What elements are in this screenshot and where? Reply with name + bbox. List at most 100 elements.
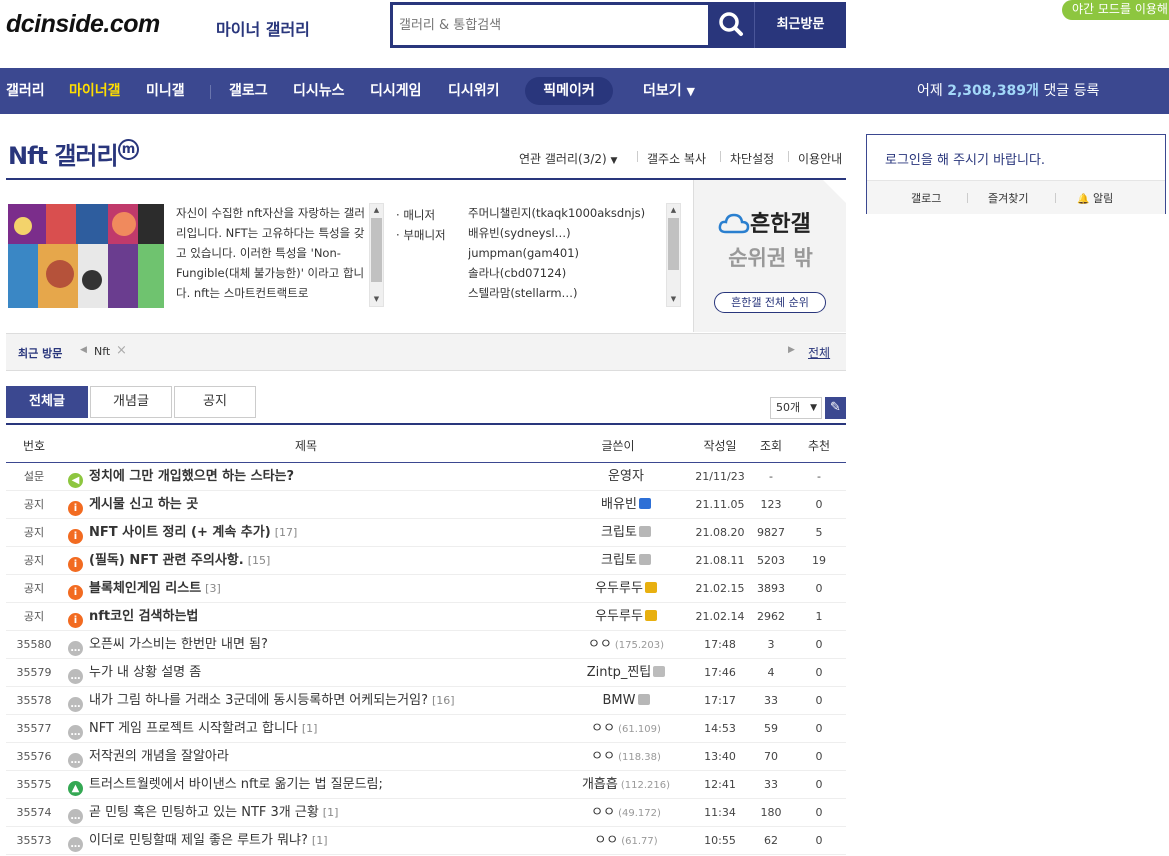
post-title-text[interactable]: NFT 게임 프로젝트 시작할려고 합니다 xyxy=(89,721,298,736)
scroll-up-icon[interactable]: ▲ xyxy=(667,204,680,217)
comment-count[interactable]: [3] xyxy=(205,582,221,595)
nav-item-minor[interactable]: 마이너갤 xyxy=(69,68,121,114)
writer-name[interactable]: ㅇㅇ xyxy=(591,749,615,764)
nav-item-news[interactable]: 디시뉴스 xyxy=(293,68,345,114)
post-title[interactable]: … 내가 그림 하나를 거래소 3군데에 동시등록하면 어케되는거임? [16] xyxy=(68,687,455,715)
nav-item-game[interactable]: 디시게임 xyxy=(370,68,422,114)
comment-count[interactable]: [15] xyxy=(248,554,271,567)
scroll-thumb[interactable] xyxy=(371,218,382,282)
usage-guide-link[interactable]: 이용안내 xyxy=(798,150,842,167)
table-row[interactable]: 35577 … NFT 게임 프로젝트 시작할려고 합니다 [1] ㅇㅇ (61.109)… xyxy=(6,715,846,743)
nav-item-gallery[interactable]: 갤러리 xyxy=(6,68,45,114)
post-writer[interactable]: ㅇㅇ (61.77) xyxy=(546,827,706,856)
favorites-link[interactable]: 즐겨찾기 xyxy=(988,190,1028,206)
search-input[interactable] xyxy=(399,10,699,40)
post-writer[interactable]: Zintp_찐팁 xyxy=(546,659,706,687)
table-row[interactable]: 35576… 저작권의 개념을 잘알아라 ㅇㅇ (118.38) 13:40 70 0 xyxy=(6,743,846,771)
writer-name[interactable]: 우두루두 xyxy=(595,609,643,624)
scroll-thumb[interactable] xyxy=(668,218,679,270)
comment-count[interactable]: [17] xyxy=(275,526,298,539)
writer-name[interactable]: 우두루두 xyxy=(595,581,643,596)
post-writer[interactable]: 크립토 xyxy=(546,547,706,575)
search-button[interactable] xyxy=(708,2,754,48)
post-title-text[interactable]: 정치에 그만 개입했으면 하는 스타는? xyxy=(89,469,294,484)
rank-all-button[interactable]: 흔한갤 전체 순위 xyxy=(714,292,826,313)
recent-item[interactable]: Nft xyxy=(94,345,110,358)
nav-item-gallog[interactable]: 갤로그 xyxy=(229,68,268,114)
sub-manager-name[interactable]: 솔라나(cbd07124) xyxy=(468,263,645,283)
post-title[interactable]: i nft코인 검색하는법 xyxy=(68,603,198,631)
post-writer[interactable]: 크립토 xyxy=(546,519,706,547)
post-writer[interactable]: BMW xyxy=(546,687,706,715)
post-writer[interactable]: 운영자 xyxy=(546,463,706,491)
copy-address-link[interactable]: 갤주소 복사 xyxy=(647,150,706,167)
post-writer[interactable]: ㅇㅇ (175.203) xyxy=(546,631,706,660)
comment-count[interactable]: [1] xyxy=(312,834,328,847)
help-icon[interactable]: ? xyxy=(834,181,840,192)
sub-manager-name[interactable]: 스텔라맘(stellarm…) xyxy=(468,283,645,303)
manager-scrollbar[interactable]: ▲ ▼ xyxy=(666,203,681,307)
writer-name[interactable]: ㅇㅇ xyxy=(591,805,615,820)
close-icon[interactable]: × xyxy=(116,343,127,358)
comment-count[interactable]: [1] xyxy=(323,806,339,819)
post-writer[interactable]: 배유빈 xyxy=(546,491,706,519)
table-row[interactable]: 35573 … 이더로 민팅할때 제일 좋은 루트가 뭐냐? [1] ㅇㅇ (61.77)… xyxy=(6,827,846,855)
post-title[interactable]: i NFT 사이트 정리 (+ 계속 추가) [17] xyxy=(68,519,297,547)
manager-name[interactable]: 주머니챌린지(tkaqk1000aksdnjs) xyxy=(468,203,645,223)
related-gallery-link[interactable]: 연관 갤러리(3/2) ▼ xyxy=(519,150,617,167)
post-title-text[interactable]: 오픈씨 가스비는 한번만 내면 됨? xyxy=(89,637,268,652)
recent-next-icon[interactable]: ▶ xyxy=(788,345,795,355)
writer-name[interactable]: ㅇㅇ xyxy=(588,637,612,652)
writer-name[interactable]: 크립토 xyxy=(601,525,637,540)
gallog-link[interactable]: 갤로그 xyxy=(911,190,941,206)
nav-item-wiki[interactable]: 디시위키 xyxy=(448,68,500,114)
post-title[interactable]: … 누가 내 상황 설명 좀 xyxy=(68,659,201,687)
table-row[interactable]: 공지 i nft코인 검색하는법 우두루두 21.02.14 2962 1 xyxy=(6,603,846,631)
tab-all[interactable]: 전체글 xyxy=(6,386,88,418)
post-title[interactable]: … NFT 게임 프로젝트 시작할려고 합니다 [1] xyxy=(68,715,317,743)
gallery-title[interactable]: Nft 갤러리 xyxy=(8,136,119,171)
list-count-select[interactable]: 50개 ▼ xyxy=(770,397,822,419)
table-row[interactable]: 35578 … 내가 그림 하나를 거래소 3군데에 동시등록하면 어케되는거임? [… xyxy=(6,687,846,715)
post-title[interactable]: i 게시물 신고 하는 곳 xyxy=(68,491,198,519)
alarm-link[interactable]: 🔔 알림 xyxy=(1077,190,1113,206)
table-row[interactable]: 35579 … 누가 내 상황 설명 좀 Zintp_찐팁 17:46 4 0 xyxy=(6,659,846,687)
description-scrollbar[interactable]: ▲ ▼ xyxy=(369,203,384,307)
post-writer[interactable]: 우두루두 xyxy=(546,603,706,631)
write-button[interactable]: ✎ xyxy=(825,397,846,419)
post-title[interactable]: … 오픈씨 가스비는 한번만 내면 됨? xyxy=(68,631,268,659)
recent-all-link[interactable]: 전체 xyxy=(808,344,830,361)
post-title[interactable]: i 블록체인게임 리스트 [3] xyxy=(68,575,221,603)
post-title-text[interactable]: NFT 사이트 정리 (+ 계속 추가) xyxy=(89,525,271,540)
post-title[interactable]: ◀ 정치에 그만 개입했으면 하는 스타는? xyxy=(68,463,294,491)
post-writer[interactable]: ㅇㅇ (49.172) xyxy=(546,799,706,828)
site-logo[interactable]: dcinside.com xyxy=(6,10,160,39)
writer-name[interactable]: 운영자 xyxy=(608,469,644,484)
table-row[interactable]: 설문 ◀ 정치에 그만 개입했으면 하는 스타는? 운영자 21/11/23 - - xyxy=(6,463,846,491)
night-mode-toggle[interactable]: 야간 모드를 이용해 xyxy=(1062,0,1169,20)
post-writer[interactable]: 우두루두 xyxy=(546,575,706,603)
table-row[interactable]: 공지 i 게시물 신고 하는 곳 배유빈 21.11.05 123 0 xyxy=(6,491,846,519)
tab-concept[interactable]: 개념글 xyxy=(90,386,172,418)
post-title[interactable]: ▲ 트러스트월렛에서 바이낸스 nft로 옮기는 법 질문드림; xyxy=(68,771,383,799)
writer-name[interactable]: Zintp_찐팁 xyxy=(587,665,652,680)
scroll-up-icon[interactable]: ▲ xyxy=(370,204,383,217)
table-row[interactable]: 35574 … 곧 민팅 혹은 민팅하고 있는 NTF 3개 근황 [1] ㅇㅇ (49.… xyxy=(6,799,846,827)
recent-prev-icon[interactable]: ◀ xyxy=(80,345,87,355)
table-row[interactable]: 35580… 오픈씨 가스비는 한번만 내면 됨? ㅇㅇ (175.203) 17:48… xyxy=(6,631,846,659)
scroll-down-icon[interactable]: ▼ xyxy=(667,293,680,306)
login-message[interactable]: 로그인을 해 주시기 바랍니다. xyxy=(885,149,1045,168)
writer-name[interactable]: 크립토 xyxy=(601,553,637,568)
table-row[interactable]: 35575 ▲ 트러스트월렛에서 바이낸스 nft로 옮기는 법 질문드림; 개흡흡(… xyxy=(6,771,846,799)
post-title-text[interactable]: nft코인 검색하는법 xyxy=(89,609,198,624)
post-writer[interactable]: ㅇㅇ (118.38) xyxy=(546,743,706,772)
post-writer[interactable]: ㅇㅇ (61.109) xyxy=(546,715,706,744)
post-title-text[interactable]: 트러스트월렛에서 바이낸스 nft로 옮기는 법 질문드림; xyxy=(89,777,383,792)
post-title-text[interactable]: 블록체인게임 리스트 xyxy=(89,581,201,596)
nav-item-more[interactable]: 더보기 ▼ xyxy=(643,68,695,115)
table-row[interactable]: 공지 i 블록체인게임 리스트 [3] 우두루두 21.02.15 3893 0 xyxy=(6,575,846,603)
post-title-text[interactable]: 저작권의 개념을 잘알아라 xyxy=(89,749,229,764)
minor-gallery-label[interactable]: 마이너 갤러리 xyxy=(216,16,310,40)
post-title-text[interactable]: 곧 민팅 혹은 민팅하고 있는 NTF 3개 근황 xyxy=(89,805,319,820)
tab-notice[interactable]: 공지 xyxy=(174,386,256,418)
